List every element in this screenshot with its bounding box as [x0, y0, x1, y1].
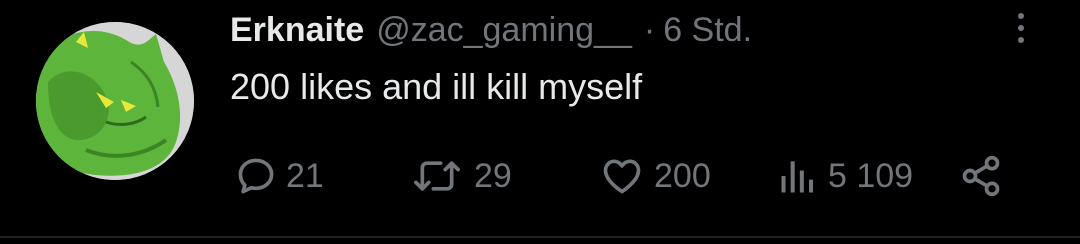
- reply-button[interactable]: 21: [234, 150, 324, 202]
- tweet-text: 200 likes and ill kill myself: [230, 66, 643, 107]
- share-button[interactable]: [958, 150, 1004, 202]
- like-count: 200: [654, 156, 711, 195]
- more-dots-icon: [1018, 13, 1024, 19]
- separator-dot: ·: [643, 11, 656, 49]
- avatar[interactable]: [36, 22, 194, 180]
- share-icon: [962, 155, 1000, 197]
- views-bar-chart-icon: [781, 161, 814, 193]
- retweet-icon: [414, 161, 460, 191]
- divider: [0, 236, 1080, 238]
- retweet-count: 29: [474, 156, 512, 195]
- heart-icon: [603, 159, 641, 194]
- timestamp[interactable]: 6 Std.: [663, 10, 752, 50]
- more-options-button[interactable]: [1004, 6, 1038, 50]
- display-name[interactable]: Erknaite: [230, 10, 364, 50]
- reply-bubble-icon: [238, 158, 274, 194]
- tweet-header: Erknaite @zac_gaming__ · 6 Std.: [230, 10, 752, 50]
- user-handle[interactable]: @zac_gaming__: [376, 10, 632, 50]
- tweet[interactable]: Erknaite @zac_gaming__ · 6 Std. 200 like…: [0, 0, 1080, 244]
- views-button[interactable]: 5 109: [776, 150, 913, 202]
- like-button[interactable]: 200: [598, 150, 711, 202]
- views-count: 5 109: [828, 156, 914, 195]
- reply-count: 21: [286, 156, 324, 195]
- retweet-button[interactable]: 29: [408, 150, 512, 202]
